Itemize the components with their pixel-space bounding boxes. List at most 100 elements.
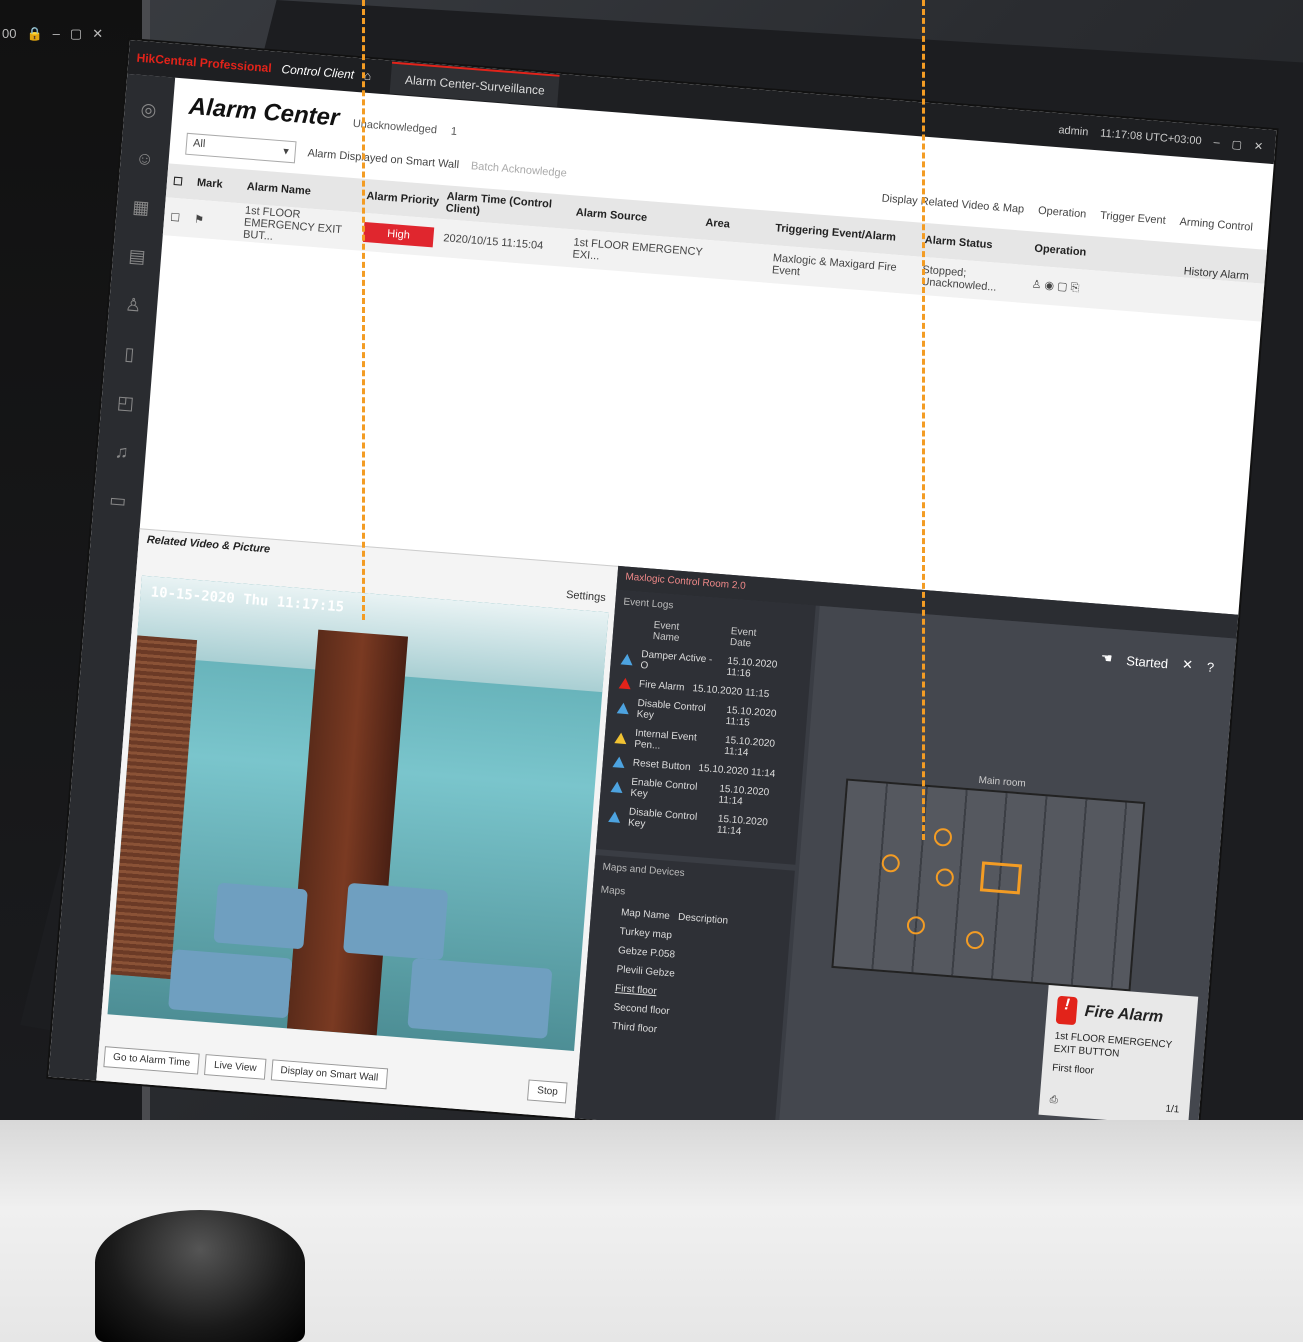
- event-date: 15.10.2020 11:16: [726, 655, 778, 680]
- row-trigger: Maxlogic & Maxigard Fire Event: [771, 252, 898, 279]
- event-name: Enable Control Key: [630, 776, 698, 800]
- sidebar-user-icon[interactable]: ♙: [124, 294, 142, 316]
- popup-title-row: ! Fire Alarm: [1055, 995, 1188, 1034]
- maximize-icon[interactable]: ▢: [1231, 137, 1242, 151]
- floor-label: Main room: [978, 774, 1027, 790]
- video-sofa: [168, 949, 293, 1019]
- chevron-down-icon: ▾: [282, 145, 290, 158]
- display-smart-wall-button[interactable]: Display on Smart Wall: [270, 1059, 388, 1090]
- export-icon[interactable]: ⎘: [1070, 282, 1080, 295]
- flag-icon[interactable]: ⚑: [194, 212, 245, 229]
- minimize-icon[interactable]: –: [1213, 136, 1220, 149]
- arming-control-button[interactable]: Arming Control: [1179, 216, 1253, 234]
- event-date: 15.10.2020 11:14: [697, 762, 776, 780]
- col-operation[interactable]: Operation: [1034, 243, 1145, 264]
- ack-icon[interactable]: ♙: [1031, 279, 1042, 292]
- col-status[interactable]: Alarm Status: [924, 234, 1035, 255]
- video-sofa: [343, 882, 449, 961]
- popup-title: Fire Alarm: [1084, 1002, 1164, 1027]
- minimize-icon[interactable]: –: [53, 26, 60, 42]
- sidebar-map-icon[interactable]: ▤: [128, 246, 147, 268]
- col-area[interactable]: Area: [705, 217, 776, 234]
- page-title: Alarm Center: [187, 92, 341, 132]
- device-marker[interactable]: [906, 915, 926, 936]
- row-area: [703, 259, 773, 264]
- video-panel-title: Related Video & Picture: [146, 533, 271, 556]
- map-tools: ☚ Started ✕ ?: [1100, 650, 1215, 675]
- video-buttons: Go to Alarm Time Live View Display on Sm…: [103, 1046, 388, 1090]
- sidebar-book-icon[interactable]: ▭: [108, 490, 128, 512]
- started-label: Started: [1125, 652, 1169, 671]
- col-description: Description: [677, 911, 729, 927]
- select-all-checkbox[interactable]: ☐: [173, 174, 198, 189]
- tools-icon[interactable]: ✕: [1181, 656, 1194, 673]
- col-source[interactable]: Alarm Source: [575, 207, 706, 229]
- warning-icon: [608, 810, 621, 823]
- col-mark[interactable]: Mark: [197, 177, 248, 193]
- row-checkbox[interactable]: ☐: [170, 210, 195, 225]
- video-sofa: [213, 882, 308, 950]
- col-time[interactable]: Alarm Time (Control Client): [445, 190, 576, 224]
- popup-floor: First floor: [1051, 1062, 1095, 1077]
- sidebar-camera-icon[interactable]: ◰: [116, 392, 135, 414]
- smartwall-checkbox[interactable]: Alarm Displayed on Smart Wall: [307, 147, 459, 171]
- floor-plan[interactable]: Main room: [831, 774, 1146, 992]
- operation-dropdown[interactable]: Operation: [1038, 205, 1087, 221]
- event-name: Internal Event Pen...: [633, 727, 698, 752]
- alarm-popup[interactable]: ! Fire Alarm 1st FLOOR EMERGENCY EXIT BU…: [1038, 984, 1199, 1127]
- warning-icon: [616, 701, 630, 714]
- col-priority[interactable]: Alarm Priority: [366, 190, 447, 208]
- close-icon[interactable]: ✕: [92, 26, 103, 42]
- display-related-dropdown[interactable]: Display Related Video & Map: [881, 192, 1024, 215]
- map-view[interactable]: ☚ Started ✕ ? Main room ! Fire Alarm 1st…: [778, 605, 1237, 1168]
- alarm-highlight[interactable]: [979, 861, 1023, 895]
- col-event-name: Event Name: [652, 619, 680, 644]
- app-logo: HikCentral Professional: [136, 50, 273, 76]
- event-date: 15.10.2020 11:15: [725, 704, 777, 729]
- filter-select[interactable]: All ▾: [185, 132, 297, 164]
- go-to-alarm-time-button[interactable]: Go to Alarm Time: [103, 1046, 200, 1075]
- col-alarm-name[interactable]: Alarm Name: [246, 181, 367, 202]
- device-marker[interactable]: [935, 867, 955, 888]
- event-name: Reset Button: [632, 757, 691, 774]
- sidebar-person-icon[interactable]: ☺: [135, 148, 155, 170]
- trigger-event-button[interactable]: Trigger Event: [1100, 210, 1166, 227]
- camera-view[interactable]: 10-15-2020 Thu 11:17:15: [107, 575, 609, 1051]
- device-marker[interactable]: [881, 853, 901, 873]
- live-view-button[interactable]: Live View: [204, 1054, 267, 1080]
- batch-ack-button[interactable]: Batch Acknowledge: [470, 160, 567, 179]
- help-icon[interactable]: ?: [1206, 659, 1214, 675]
- sidebar-grid-icon[interactable]: ▦: [132, 197, 151, 219]
- event-name: Fire Alarm: [638, 678, 685, 694]
- user-label[interactable]: admin: [1058, 124, 1089, 139]
- event-logs: Event Logs Event Name Event Date Damper …: [595, 589, 816, 865]
- device-marker[interactable]: [933, 827, 953, 847]
- settings-button[interactable]: Settings: [566, 589, 607, 604]
- device-marker[interactable]: [965, 930, 985, 950]
- lock-icon[interactable]: 🔒: [26, 26, 42, 42]
- sidebar-bell-icon[interactable]: ♫: [114, 441, 129, 463]
- close-icon[interactable]: ✕: [1253, 139, 1263, 153]
- play-icon[interactable]: ◉: [1044, 280, 1055, 293]
- popup-desc: 1st FLOOR EMERGENCY EXIT BUTTON: [1053, 1030, 1173, 1060]
- sidebar-globe-icon[interactable]: ◎: [140, 99, 157, 121]
- event-date: 15.10.2020 11:14: [717, 783, 770, 808]
- forward-icon[interactable]: ▢: [1057, 281, 1068, 294]
- event-name: Disable Control Key: [636, 697, 707, 722]
- row-name: 1st FLOOR EMERGENCY EXIT BUT...: [242, 204, 343, 243]
- restore-icon[interactable]: ▢: [70, 26, 82, 42]
- video-panel: Related Video & Picture Settings 10-15-2…: [96, 528, 619, 1119]
- unack-label: Unacknowledged: [352, 117, 438, 137]
- desk-object: [95, 1210, 305, 1342]
- print-icon[interactable]: ⎙: [1049, 1094, 1058, 1106]
- event-name: Disable Control Key: [627, 806, 698, 830]
- event-date: 15.10.2020 11:14: [716, 813, 769, 838]
- row-operations: ♙ ◉ ▢ ⎘: [1031, 278, 1142, 301]
- row-time: 2020/10/15 11:15:04: [442, 232, 544, 253]
- row-status: Stopped; Unacknowled...: [920, 263, 997, 294]
- callout-line: [362, 0, 365, 620]
- sidebar-door-icon[interactable]: ▯: [124, 344, 135, 366]
- stop-button[interactable]: Stop: [527, 1079, 568, 1104]
- col-trigger[interactable]: Triggering Event/Alarm: [775, 222, 925, 246]
- hand-icon[interactable]: ☚: [1100, 650, 1113, 667]
